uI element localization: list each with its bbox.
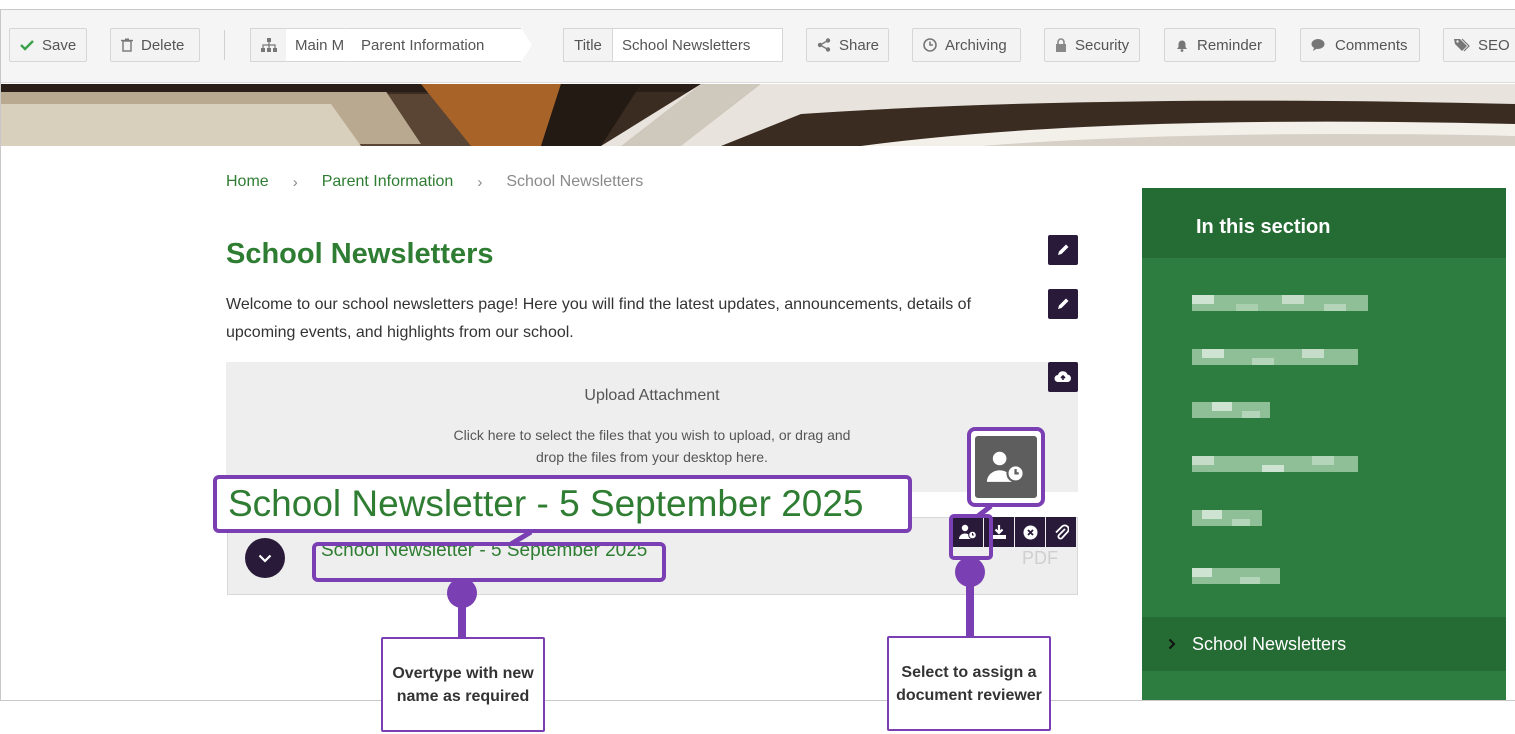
document-name-zoom: School Newsletter - 5 September 2025 [213,475,912,533]
sidebar-item-redacted[interactable] [1192,456,1362,472]
callout-stem [458,600,466,638]
sidebar-item-redacted[interactable] [1192,349,1362,365]
sidebar-item-redacted[interactable] [1192,295,1372,311]
sidebar-item-redacted[interactable] [1192,402,1274,418]
rename-callout: Overtype with new name as required [381,637,545,732]
reviewer-callout: Select to assign a document reviewer [887,636,1051,731]
chevron-right-icon [1168,638,1176,650]
sidebar-item-redacted[interactable] [1192,510,1266,526]
callout-stem [966,580,974,637]
sidebar-heading: In this section [1142,188,1506,258]
reviewer-icon-zoom [967,427,1045,507]
sidebar-item-redacted[interactable] [1192,568,1284,584]
user-clock-icon [986,451,1025,483]
sidebar-item-school-newsletters[interactable]: School Newsletters [1142,617,1506,671]
cms-editor-window: Save Delete Main M Parent Information Ti… [0,9,1515,701]
section-sidebar: In this section School Newsletters [1142,188,1506,700]
sidebar-current-label: School Newsletters [1192,633,1347,654]
